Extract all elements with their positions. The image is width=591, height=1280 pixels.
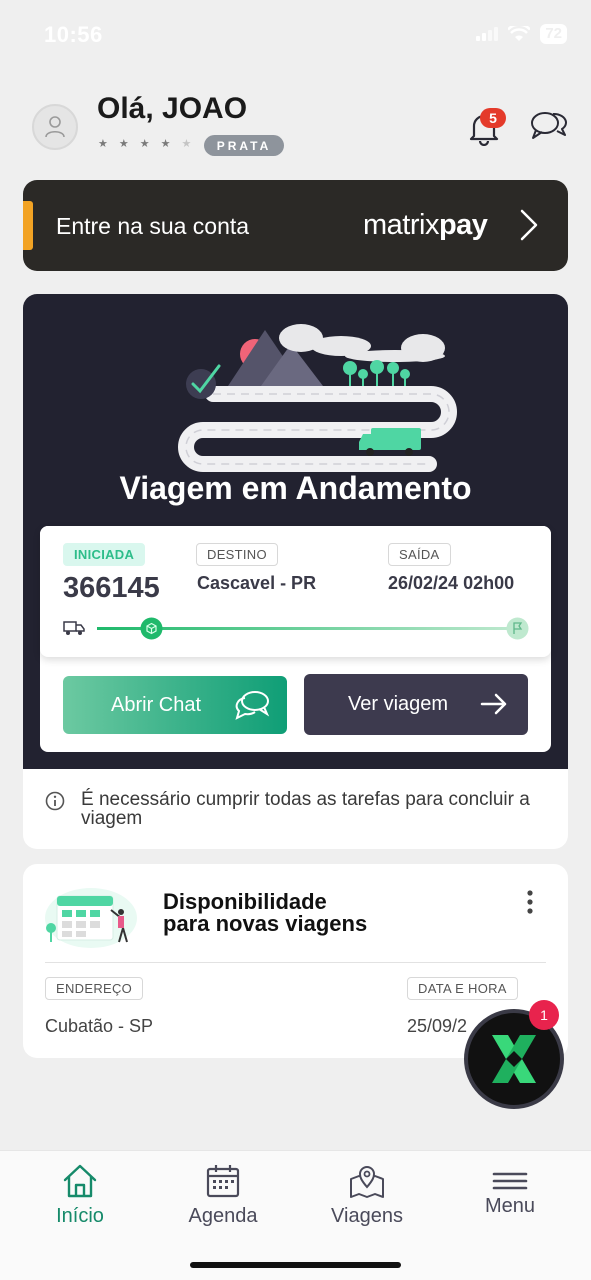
nav-item-viagens[interactable]: Viagens xyxy=(307,1163,427,1228)
notice-text: É necessário cumprir todas as tarefas pa… xyxy=(81,789,530,829)
trip-details: INICIADA 366145 DESTINO Cascavel - PR SA… xyxy=(40,526,551,752)
arrow-right-icon xyxy=(480,693,507,715)
avatar[interactable] xyxy=(32,104,78,150)
matrixpay-banner[interactable]: Entre na sua conta matrixpay xyxy=(23,180,568,271)
datetime-value: 25/09/2 xyxy=(407,1016,468,1036)
star-icon: ★ xyxy=(118,138,129,150)
availability-title-line1: Disponibilidade xyxy=(163,889,327,914)
open-chat-button[interactable]: Abrir Chat xyxy=(63,676,287,734)
map-icon xyxy=(350,1166,384,1198)
hamburger-icon xyxy=(492,1172,528,1190)
view-trip-button[interactable]: Ver viagem xyxy=(304,674,528,735)
nav-item-inicio[interactable]: Início xyxy=(20,1163,140,1228)
info-icon xyxy=(45,791,65,811)
departure-label: SAÍDA xyxy=(388,543,451,566)
signal-icon xyxy=(476,27,499,41)
calendar-icon xyxy=(206,1165,240,1198)
home-icon xyxy=(63,1164,97,1198)
bottom-nav: Início Agenda Viagens Menu xyxy=(0,1150,591,1280)
departure-value: 26/02/24 02h00 xyxy=(388,573,515,593)
datetime-label: DATA E HORA xyxy=(407,977,518,1000)
divider xyxy=(45,962,546,963)
x-logo-icon xyxy=(492,1035,536,1083)
battery-indicator: 72 xyxy=(540,24,567,44)
address-label: ENDEREÇO xyxy=(45,977,144,1000)
user-icon xyxy=(45,116,65,138)
address-value: Cubatão - SP xyxy=(45,1016,154,1036)
destination-label: DESTINO xyxy=(196,543,278,566)
notification-badge: 5 xyxy=(480,108,506,128)
chevron-right-icon xyxy=(520,209,538,241)
greeting: Olá, JOAO xyxy=(97,92,248,125)
rating-stars: ★ ★ ★ ★ ★ xyxy=(98,137,191,150)
status-icons: 72 xyxy=(476,24,567,44)
nav-label-inicio: Início xyxy=(56,1205,104,1227)
status-time: 10:56 xyxy=(44,22,103,47)
wifi-icon xyxy=(508,26,531,41)
trip-illustration xyxy=(178,324,457,472)
destination-value: Cascavel - PR xyxy=(197,573,317,593)
nav-label-menu: Menu xyxy=(484,1195,536,1217)
flag-icon xyxy=(506,617,529,640)
nav-label-agenda: Agenda xyxy=(188,1205,258,1227)
star-icon: ★ xyxy=(139,138,150,150)
open-chat-label: Abrir Chat xyxy=(111,693,202,716)
more-options-icon[interactable] xyxy=(523,888,537,918)
availability-title-line2: para novas viagens xyxy=(163,911,368,936)
star-icon: ★ xyxy=(181,138,192,150)
star-icon: ★ xyxy=(98,138,108,150)
chat-icon[interactable] xyxy=(529,108,569,144)
nav-item-menu[interactable]: Menu xyxy=(450,1171,570,1218)
nav-label-viagens: Viagens xyxy=(331,1205,403,1227)
package-icon xyxy=(140,617,163,640)
trip-card: Viagem em Andamento INICIADA 366145 DEST… xyxy=(23,294,568,769)
trip-title: Viagem em Andamento xyxy=(119,470,472,506)
nav-item-agenda[interactable]: Agenda xyxy=(163,1163,283,1228)
trip-info-panel: INICIADA 366145 DESTINO Cascavel - PR SA… xyxy=(40,526,551,657)
matrixpay-logo: matrixpay xyxy=(363,209,488,242)
star-icon: ★ xyxy=(160,138,171,150)
status-badge: INICIADA xyxy=(63,543,146,566)
trip-number: 366145 xyxy=(63,572,160,604)
banner-text: Entre na sua conta xyxy=(56,213,250,239)
schedule-illustration xyxy=(45,888,137,948)
view-trip-label: Ver viagem xyxy=(348,693,449,715)
logo-part2: pay xyxy=(438,209,488,241)
truck-icon xyxy=(63,621,85,635)
availability-title: Disponibilidade para novas viagens xyxy=(163,891,367,935)
banner-accent xyxy=(23,201,33,250)
chat-icon xyxy=(235,691,270,720)
logo-part1: matrix xyxy=(363,209,439,241)
level-badge: PRATA xyxy=(204,135,284,156)
fab-badge: 1 xyxy=(529,1000,559,1030)
home-indicator xyxy=(190,1262,401,1268)
trip-notice: É necessário cumprir todas as tarefas pa… xyxy=(23,769,568,849)
